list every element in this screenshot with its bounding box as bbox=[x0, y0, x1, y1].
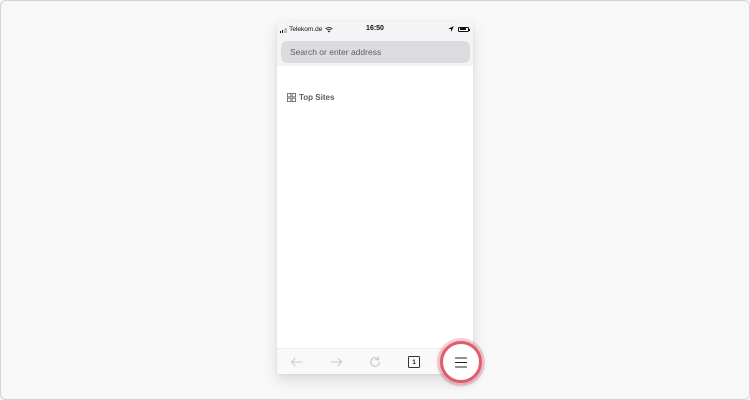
forward-arrow-icon bbox=[329, 357, 342, 367]
menu-button[interactable] bbox=[440, 341, 482, 383]
address-bar[interactable]: Search or enter address bbox=[281, 41, 470, 63]
battery-level bbox=[459, 28, 467, 30]
hamburger-menu-icon bbox=[455, 356, 467, 368]
reload-button[interactable] bbox=[368, 355, 382, 369]
address-bar-container: Search or enter address bbox=[277, 39, 473, 87]
grid-icon bbox=[287, 93, 296, 102]
back-button[interactable] bbox=[289, 355, 303, 369]
phone-screen: Telekom.de 16:50 Search or enter address bbox=[277, 22, 473, 374]
battery-icon bbox=[458, 26, 470, 32]
forward-button[interactable] bbox=[329, 355, 343, 369]
address-bar-placeholder: Search or enter address bbox=[290, 47, 382, 57]
top-sites-label: Top Sites bbox=[299, 93, 335, 102]
status-right bbox=[448, 26, 470, 32]
back-arrow-icon bbox=[290, 357, 303, 367]
top-sites-header: Top Sites bbox=[287, 93, 334, 102]
status-bar: Telekom.de 16:50 bbox=[277, 22, 473, 39]
status-time: 16:50 bbox=[366, 25, 384, 32]
tab-count-badge: 1 bbox=[408, 356, 420, 368]
tabs-button[interactable]: 1 bbox=[407, 355, 421, 369]
reload-icon bbox=[370, 356, 380, 367]
location-arrow-icon bbox=[448, 26, 454, 32]
